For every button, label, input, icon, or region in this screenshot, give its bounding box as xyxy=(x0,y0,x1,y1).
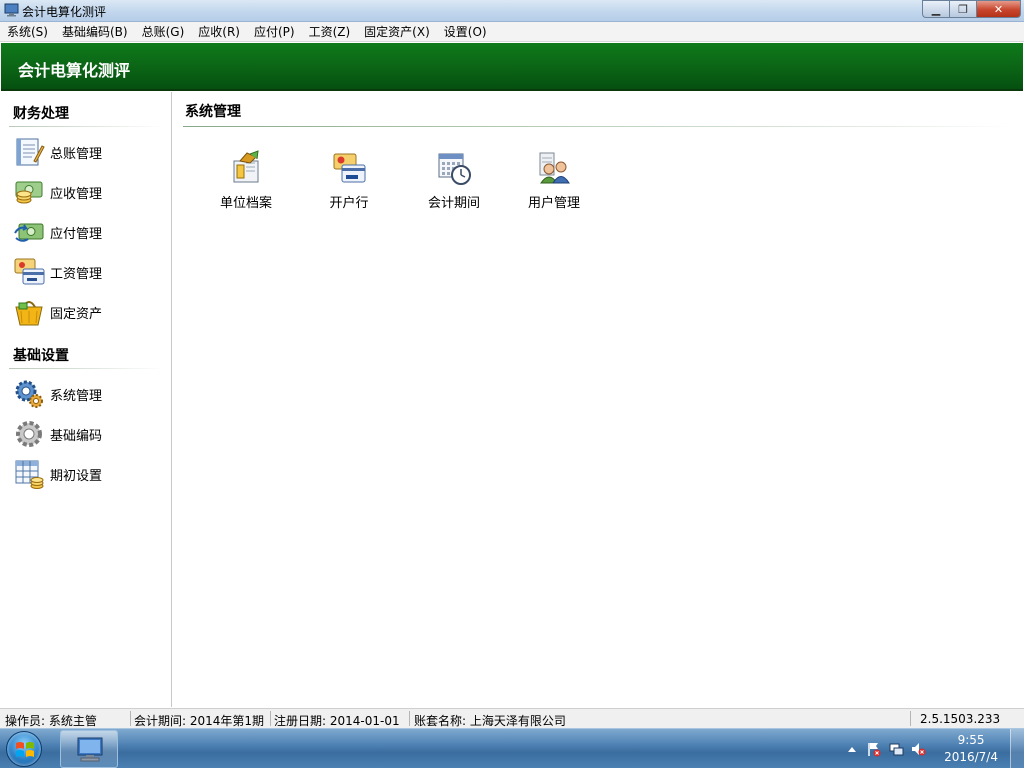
maximize-button[interactable]: ❐ xyxy=(949,0,976,18)
volume-muted-icon[interactable] xyxy=(910,741,926,757)
clock-time: 9:55 xyxy=(957,733,985,747)
show-desktop-button[interactable] xyxy=(1010,729,1024,768)
status-register-date: 注册日期: 2014-01-01 xyxy=(274,714,400,728)
sidebar-item-label: 系统管理 xyxy=(50,388,103,404)
taskbar: 9:55 2016/7/4 xyxy=(0,728,1024,768)
window-title-bar[interactable]: 会计电算化测评 ▁ ❐ ✕ xyxy=(0,0,1024,22)
sidebar-item-opening-settings[interactable]: 期初设置 xyxy=(13,457,102,491)
section-title-base-settings: 基础设置 xyxy=(13,348,69,364)
menu-base-codes[interactable]: 基础编码(B) xyxy=(57,22,133,42)
sidebar-item-fixed-assets[interactable]: 固定资产 xyxy=(13,295,102,329)
header-banner: 会计电算化测评 xyxy=(1,43,1023,91)
minimize-button[interactable]: ▁ xyxy=(922,0,949,18)
close-button[interactable]: ✕ xyxy=(976,0,1021,18)
users-icon xyxy=(539,152,570,184)
status-bar: 操作员: 系统主管 会计期间: 2014年第1期 注册日期: 2014-01-0… xyxy=(0,708,1024,728)
network-icon[interactable] xyxy=(888,741,904,757)
menu-general-ledger[interactable]: 总账(G) xyxy=(137,22,190,42)
menu-receivables[interactable]: 应收(R) xyxy=(193,22,245,42)
salary-cards-icon xyxy=(14,258,45,285)
opening-settings-table-icon xyxy=(15,460,44,489)
clock-date: 2016/7/4 xyxy=(944,750,998,764)
section-title-finance: 财务处理 xyxy=(13,106,69,122)
menu-salary[interactable]: 工资(Z) xyxy=(304,22,356,42)
sidebar-item-label: 固定资产 xyxy=(50,306,103,322)
show-hidden-icons-icon[interactable] xyxy=(844,741,860,757)
clock[interactable]: 9:55 2016/7/4 xyxy=(944,732,998,766)
system-gears-icon xyxy=(15,380,43,408)
sidebar-item-label: 总账管理 xyxy=(50,146,103,162)
status-separator xyxy=(130,711,131,726)
tile-bank[interactable]: 开户行 xyxy=(304,150,394,214)
app-computer-icon xyxy=(77,737,103,762)
unit-archive-icon xyxy=(233,150,259,183)
sidebar-item-label: 期初设置 xyxy=(50,468,103,484)
main-panel: 系统管理 单位档案 开户行 会计期间 用户管理 xyxy=(173,92,1022,707)
sidebar-item-salary[interactable]: 工资管理 xyxy=(13,255,102,289)
sidebar-item-general-ledger[interactable]: 总账管理 xyxy=(13,135,102,169)
section-divider xyxy=(9,368,165,369)
tile-user-management[interactable]: 用户管理 xyxy=(509,150,599,214)
action-center-flag-icon[interactable] xyxy=(866,741,882,757)
status-operator: 操作员: 系统主管 xyxy=(5,714,97,728)
window-title: 会计电算化测评 xyxy=(22,5,107,19)
page-title: 系统管理 xyxy=(185,104,241,120)
tile-label: 单位档案 xyxy=(219,196,272,211)
tile-accounting-period[interactable]: 会计期间 xyxy=(409,150,499,214)
sidebar-item-receivables[interactable]: 应收管理 xyxy=(13,175,102,209)
section-divider xyxy=(9,126,165,127)
bank-card-icon xyxy=(333,153,366,183)
sidebar-item-label: 应收管理 xyxy=(50,186,103,202)
tile-unit-archive[interactable]: 单位档案 xyxy=(201,150,291,214)
taskbar-app-button[interactable] xyxy=(60,730,118,768)
menu-fixed-assets[interactable]: 固定资产(X) xyxy=(359,22,435,42)
menu-settings[interactable]: 设置(O) xyxy=(439,22,492,42)
sidebar-item-label: 基础编码 xyxy=(50,428,103,444)
calendar-clock-icon xyxy=(438,153,471,185)
payable-money-icon xyxy=(14,223,44,242)
windows-logo-icon xyxy=(16,742,34,757)
status-version: 2.5.1503.233 xyxy=(920,712,1001,726)
title-divider xyxy=(183,126,1013,127)
start-button[interactable] xyxy=(6,731,42,767)
tile-label: 会计期间 xyxy=(427,196,480,211)
sidebar-item-system-management[interactable]: 系统管理 xyxy=(13,377,102,411)
base-code-gear-icon xyxy=(16,421,42,447)
tile-label: 用户管理 xyxy=(527,196,580,211)
status-separator xyxy=(409,711,410,726)
status-period: 会计期间: 2014年第1期 xyxy=(134,714,265,728)
ledger-notebook-icon xyxy=(16,138,45,166)
sidebar-item-base-codes[interactable]: 基础编码 xyxy=(13,417,102,451)
sidebar-item-label: 应付管理 xyxy=(50,226,103,242)
receivable-coins-icon xyxy=(15,181,43,204)
fixed-assets-basket-icon xyxy=(15,301,43,326)
menu-system[interactable]: 系统(S) xyxy=(2,22,53,42)
status-separator xyxy=(270,711,271,726)
menu-payables[interactable]: 应付(P) xyxy=(249,22,300,42)
status-account-name: 账套名称: 上海天泽有限公司 xyxy=(414,714,566,728)
menu-bar: 系统(S) 基础编码(B) 总账(G) 应收(R) 应付(P) 工资(Z) 固定… xyxy=(0,22,1024,42)
sidebar-item-payables[interactable]: 应付管理 xyxy=(13,215,102,249)
app-computer-icon xyxy=(4,3,19,17)
sidebar: 财务处理 总账管理 应收管理 应付管理 工资管理 固定资产 基础设置 系统管理 … xyxy=(1,92,172,707)
tile-label: 开户行 xyxy=(329,196,369,211)
banner-title: 会计电算化测评 xyxy=(18,61,131,80)
sidebar-item-label: 工资管理 xyxy=(50,266,103,282)
system-tray: 9:55 2016/7/4 xyxy=(824,729,1024,768)
status-separator xyxy=(910,711,911,726)
